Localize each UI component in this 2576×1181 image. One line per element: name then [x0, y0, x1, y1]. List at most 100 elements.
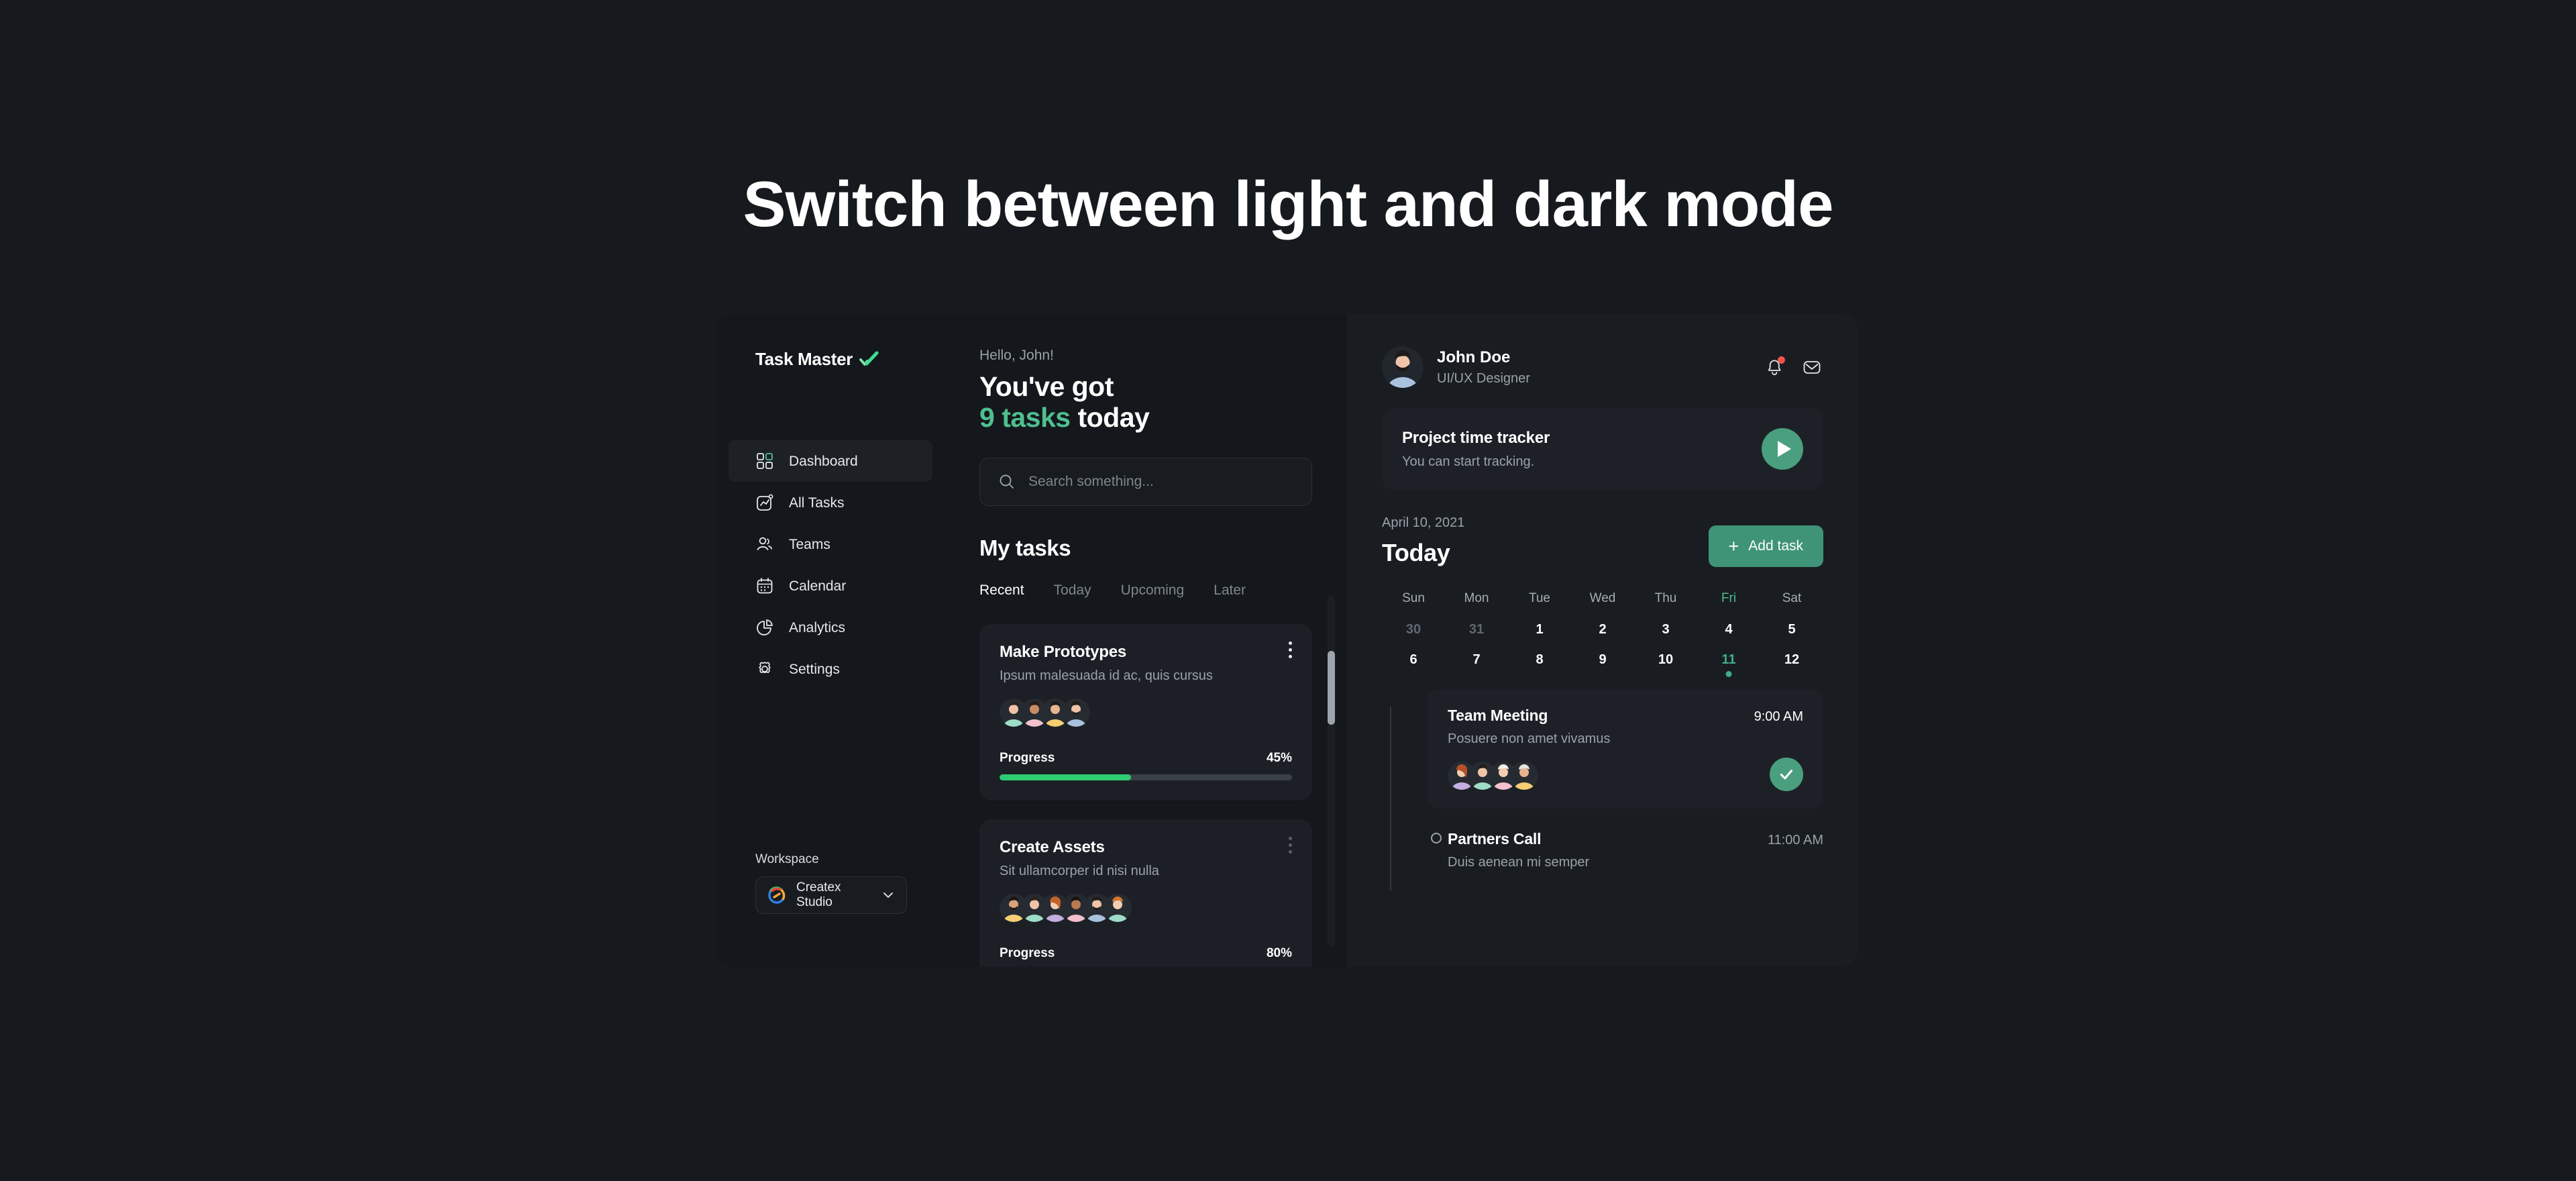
tab-upcoming[interactable]: Upcoming: [1121, 582, 1185, 599]
avatar: [1510, 762, 1538, 790]
sidebar-item-settings[interactable]: Settings: [716, 648, 945, 690]
sidebar-item-label: Dashboard: [789, 453, 858, 469]
sidebar-item-dashboard[interactable]: Dashboard: [729, 440, 932, 482]
event-time: 9:00 AM: [1754, 709, 1803, 724]
envelope-icon: [1803, 361, 1821, 374]
calendar-day-selected[interactable]: 11: [1697, 652, 1760, 682]
current-date: April 10, 2021: [1382, 515, 1465, 530]
check-icon: [1780, 770, 1793, 780]
calendar-day[interactable]: 5: [1760, 622, 1823, 652]
day-header: April 10, 2021 Today + Add task: [1382, 515, 1823, 567]
progress-value: 80%: [1266, 945, 1292, 960]
task-card[interactable]: Make Prototypes Ipsum malesuada id ac, q…: [979, 623, 1312, 801]
search-bar[interactable]: [979, 457, 1312, 506]
timeline-entry: Team Meeting 9:00 AM Posuere non amet vi…: [1428, 689, 1823, 809]
profile-role: UI/UX Designer: [1437, 370, 1530, 386]
workspace-label: Workspace: [755, 852, 819, 866]
app-brand: Task Master: [716, 349, 945, 369]
progress-bar-fill: [1000, 774, 1132, 780]
calendar-day[interactable]: 1: [1508, 622, 1571, 652]
calendar-day[interactable]: 6: [1382, 652, 1445, 682]
calendar-day[interactable]: 7: [1445, 652, 1508, 682]
sidebar-item-label: Teams: [789, 536, 830, 552]
headline-suffix: today: [1070, 401, 1150, 433]
calendar-dow-row: Sun Mon Tue Wed Thu Fri Sat: [1382, 591, 1823, 622]
calendar-dow: Mon: [1464, 591, 1489, 605]
profile-actions: [1763, 356, 1823, 378]
calendar-dow: Fri: [1721, 591, 1737, 605]
timeline-line: [1390, 707, 1391, 890]
play-icon: [1777, 441, 1791, 457]
calendar-strip: Sun Mon Tue Wed Thu Fri Sat 30 31 1 2 3 …: [1382, 591, 1823, 682]
task-options-button[interactable]: [1289, 836, 1292, 854]
gear-icon: [759, 662, 771, 674]
task-tabs: Recent Today Upcoming Later: [979, 582, 1312, 599]
event-time: 11:00 AM: [1767, 833, 1823, 848]
task-options-button[interactable]: [1289, 641, 1292, 658]
profile-name: John Doe: [1437, 348, 1511, 366]
complete-event-button[interactable]: [1770, 758, 1803, 791]
calendar-day[interactable]: 2: [1571, 622, 1634, 652]
event-row[interactable]: Partners Call 11:00 AM Duis aenean mi se…: [1428, 830, 1823, 870]
search-input[interactable]: [1028, 473, 1294, 490]
grid-icon: [757, 453, 773, 469]
tracker-subtitle: You can start tracking.: [1402, 454, 1535, 469]
calendar-day[interactable]: 4: [1697, 622, 1760, 652]
calendar-day[interactable]: 12: [1760, 652, 1823, 682]
task-progress-row: Progress 45%: [1000, 751, 1292, 766]
event-timeline: Team Meeting 9:00 AM Posuere non amet vi…: [1382, 689, 1823, 890]
task-card[interactable]: Create Assets Sit ullamcorper id nisi nu…: [979, 819, 1312, 966]
add-task-label: Add task: [1748, 538, 1803, 554]
calendar-day[interactable]: 31: [1445, 622, 1508, 652]
sidebar-item-label: Calendar: [789, 578, 847, 594]
sidebar-item-teams[interactable]: Teams: [716, 523, 945, 565]
tab-recent[interactable]: Recent: [979, 582, 1024, 599]
notifications-button[interactable]: [1763, 356, 1786, 378]
task-assignee-avatars: [1000, 893, 1292, 922]
start-tracking-button[interactable]: [1762, 428, 1803, 470]
sidebar: Task Master Dashboard All Tasks Teams Ca…: [716, 314, 945, 966]
calendar-day[interactable]: 9: [1571, 652, 1634, 682]
sidebar-item-label: All Tasks: [789, 495, 845, 511]
tracker-title: Project time tracker: [1402, 428, 1550, 447]
sidebar-item-analytics[interactable]: Analytics: [716, 607, 945, 648]
avatar: [1104, 893, 1132, 922]
progress-bar-track: [1000, 774, 1292, 780]
time-tracker-card: Project time tracker You can start track…: [1382, 408, 1823, 490]
event-header: Team Meeting 9:00 AM: [1448, 707, 1803, 725]
messages-button[interactable]: [1801, 356, 1823, 378]
headline: You've got 9 tasks today: [979, 371, 1312, 433]
tab-today[interactable]: Today: [1054, 582, 1091, 599]
sidebar-item-calendar[interactable]: Calendar: [716, 565, 945, 607]
calendar-dow: Wed: [1589, 591, 1616, 605]
task-list: Make Prototypes Ipsum malesuada id ac, q…: [979, 623, 1312, 966]
search-icon: [1000, 474, 1014, 489]
page-title: Switch between light and dark mode: [743, 168, 1834, 240]
plus-icon: +: [1728, 535, 1739, 556]
calendar-day[interactable]: 8: [1508, 652, 1571, 682]
scrollbar-thumb[interactable]: [1328, 651, 1335, 725]
users-icon: [757, 537, 772, 550]
event-card[interactable]: Team Meeting 9:00 AM Posuere non amet vi…: [1428, 689, 1823, 809]
calendar-day[interactable]: 10: [1634, 652, 1697, 682]
headline-line-1: You've got: [979, 371, 1114, 402]
main-column: Hello, John! You've got 9 tasks today My…: [945, 314, 1347, 966]
tab-later[interactable]: Later: [1214, 582, 1246, 599]
sidebar-item-all-tasks[interactable]: All Tasks: [716, 482, 945, 523]
workspace-selector[interactable]: Createx Studio: [755, 876, 907, 914]
calendar-day[interactable]: 3: [1634, 622, 1697, 652]
notification-badge: [1778, 356, 1785, 364]
calendar-day-label: 11: [1721, 652, 1736, 667]
brand-name: Task Master: [755, 348, 853, 369]
event-description: Posuere non amet vivamus: [1448, 731, 1611, 746]
event-title: Team Meeting: [1448, 707, 1548, 724]
headline-line-2: 9 tasks today: [979, 401, 1312, 433]
calendar-day[interactable]: 30: [1382, 622, 1445, 652]
task-list-scrollbar[interactable]: [1328, 596, 1335, 946]
event-description: Duis aenean mi semper: [1448, 855, 1590, 870]
event-header: Partners Call 11:00 AM: [1448, 830, 1823, 848]
add-task-button[interactable]: + Add task: [1708, 525, 1823, 567]
calendar-icon: [757, 578, 773, 594]
profile-text: John Doe UI/UX Designer: [1437, 348, 1530, 387]
task-progress-row: Progress 80%: [1000, 946, 1292, 961]
